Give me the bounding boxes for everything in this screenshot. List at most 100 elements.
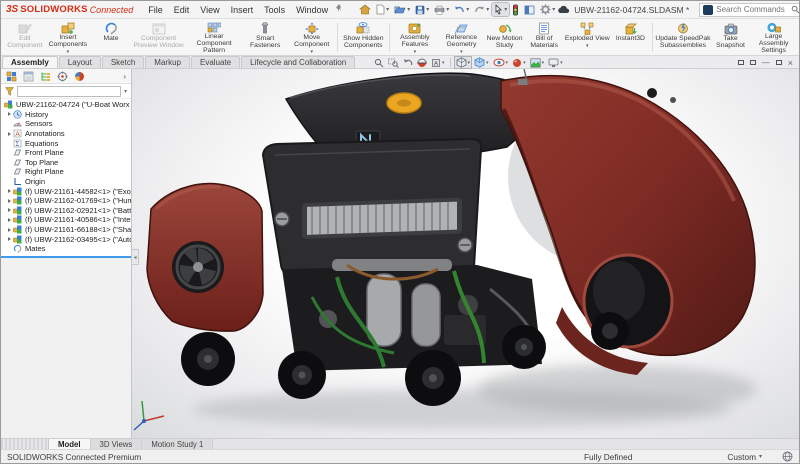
apply-scene-button[interactable]: ▾ [529,58,546,68]
menu-edit[interactable]: Edit [169,4,195,16]
move-component-caret[interactable]: ▾ [310,50,313,55]
configuration-caret[interactable]: ▾ [759,453,762,460]
edit-component-button[interactable]: Edit Component [5,20,45,55]
tree-item-front-plane[interactable]: Front Plane [1,148,131,158]
large-assembly-settings-button[interactable]: Large Assembly Settings [750,20,797,55]
assembly-features-button[interactable]: Assembly Features ▾ [392,20,439,55]
reference-geometry-button[interactable]: Reference Geometry ▾ [438,20,485,55]
menu-window[interactable]: Window [291,4,333,16]
zoom-to-area-button[interactable] [387,58,400,68]
propertymanager-tab-icon[interactable] [23,71,34,82]
new-document-button[interactable]: ▾ [374,3,391,16]
view-orientation-button[interactable]: ▾ [455,57,472,68]
filter-caret[interactable]: ▾ [124,88,127,95]
reference-geometry-caret[interactable]: ▾ [460,50,463,55]
expand-arrow-icon[interactable] [8,208,11,212]
tab-sketch[interactable]: Sketch [102,56,144,68]
tab-model[interactable]: Model [49,439,91,449]
smart-fasteners-button[interactable]: Smart Fasteners [242,20,289,55]
menu-insert[interactable]: Insert [226,4,259,16]
doc-cascade-icon[interactable] [776,60,782,65]
home-button[interactable] [357,3,373,16]
open-button[interactable]: ▾ [392,4,412,16]
displaymanager-tab-icon[interactable] [74,71,85,82]
tab-motion-study-1[interactable]: Motion Study 1 [142,439,213,449]
tree-item-origin[interactable]: Origin [1,177,131,187]
menu-tools[interactable]: Tools [259,4,290,16]
graphics-viewport[interactable]: ◂ [132,69,799,438]
rebuild-button[interactable] [510,3,521,17]
tab-3d-views[interactable]: 3D Views [91,439,143,449]
tree-item-component-auto-control[interactable]: (f) UBW-21162-03495<1> ("Auto Co [1,234,131,244]
expand-arrow-icon[interactable] [8,112,11,116]
print-button[interactable]: ▾ [432,4,451,16]
expand-arrow-icon[interactable] [8,237,11,241]
filter-input[interactable] [17,86,121,97]
settings-button[interactable]: ▾ [538,3,557,16]
menu-view[interactable]: View [195,4,224,16]
tree-root-assembly[interactable]: UBW-21162-04724 ("U-Boat Worx NEMO [1,100,131,110]
search-commands-box[interactable]: ▾ [699,3,800,17]
redo-button[interactable]: ▾ [472,4,491,15]
insert-components-caret[interactable]: ▾ [67,50,70,55]
save-button[interactable]: ▾ [413,4,431,16]
tab-evaluate[interactable]: Evaluate [191,56,240,68]
update-speedpak-subassemblies-button[interactable]: Update SpeedPak Subassemblies [655,20,711,55]
tree-item-mates[interactable]: Mates [1,244,131,254]
tree-item-component-battery[interactable]: (f) UBW-21162-02921<1> ("Battery S [1,206,131,216]
instant3d-button[interactable]: Instant3D [611,20,651,55]
linear-component-pattern-button[interactable]: Linear Component Pattern ▾ [186,20,242,55]
expand-arrow-icon[interactable] [8,228,11,232]
tree-item-component-interior[interactable]: (f) UBW-21161-40586<1> ("Interior" [1,215,131,225]
section-view-button[interactable] [416,58,428,68]
move-component-button[interactable]: Move Component ▾ [288,20,335,55]
tree-item-component-shape-body[interactable]: (f) UBW-21161-66188<1> ("Shape B [1,225,131,235]
expand-arrow-icon[interactable] [8,218,11,222]
show-hidden-components-button[interactable]: Show Hidden Components [340,20,387,55]
search-icon[interactable] [791,5,800,14]
new-motion-study-button[interactable]: New Motion Study [485,20,525,55]
featuremanager-tab-icon[interactable] [6,71,17,82]
pin-menu-icon[interactable] [335,4,343,15]
display-style-button[interactable]: ▾ [473,57,490,68]
zoom-to-fit-button[interactable] [373,58,385,68]
expand-arrow-icon[interactable] [8,199,11,203]
tree-item-top-plane[interactable]: Top Plane [1,158,131,168]
configurationmanager-tab-icon[interactable] [40,71,51,82]
expand-arrow-icon[interactable] [8,189,11,193]
insert-components-button[interactable]: Insert Components ▾ [45,20,92,55]
tree-item-component-human-interface[interactable]: (f) UBW-21162-01769<1> ("Human I [1,196,131,206]
mate-button[interactable]: Mate [91,20,131,55]
tree-item-equations[interactable]: Σ Equations [1,138,131,148]
tab-markup[interactable]: Markup [145,56,190,68]
tab-layout[interactable]: Layout [59,56,101,68]
bill-of-materials-button[interactable]: Bill of Materials [524,20,564,55]
exploded-view-button[interactable]: Exploded View ▾ [564,20,611,55]
tree-item-component-exostructure[interactable]: (f) UBW-21161-44582<1> ("Exostruc [1,186,131,196]
doc-close-icon[interactable]: × [788,58,793,68]
edit-appearance-button[interactable]: ▾ [511,58,527,68]
tree-item-right-plane[interactable]: Right Plane [1,167,131,177]
undo-button[interactable]: ▾ [452,4,471,15]
dynamic-annotation-views-button[interactable]: A▾ [430,58,446,68]
tree-item-history[interactable]: History [1,110,131,120]
take-snapshot-button[interactable]: Take Snapshot [711,20,751,55]
tab-bar-splitter-grip[interactable] [1,439,49,449]
tab-assembly[interactable]: Assembly [2,56,58,68]
menu-file[interactable]: File [143,4,168,16]
options-button[interactable] [522,4,537,16]
panel-collapse-arrow[interactable]: ◂ [132,249,139,265]
exploded-view-caret[interactable]: ▾ [586,44,589,49]
globe-status-icon[interactable] [782,451,793,462]
dimxpertmanager-tab-icon[interactable] [57,71,68,82]
configuration-selector[interactable]: Custom ▾ [727,452,762,462]
component-preview-window-button[interactable]: Component Preview Window [131,20,187,55]
tab-lifecycle-and-collaboration[interactable]: Lifecycle and Collaboration [241,56,355,68]
select-button[interactable]: ▾ [492,3,509,16]
hide-show-items-button[interactable]: ▾ [492,58,510,67]
tree-item-sensors[interactable]: Sensors [1,119,131,129]
expand-arrow-icon[interactable] [8,132,11,136]
doc-maximize-icon[interactable] [750,60,756,65]
tab-strip-expand-chevron[interactable]: › [123,72,126,81]
tree-item-annotations[interactable]: A Annotations [1,129,131,139]
